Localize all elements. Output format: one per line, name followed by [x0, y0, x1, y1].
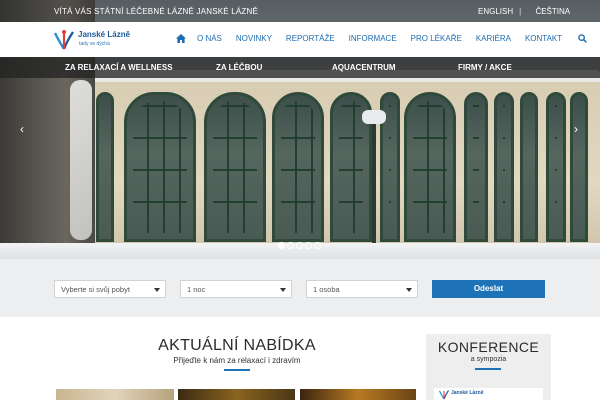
chevron-down-icon — [280, 288, 286, 292]
main-navbar: Janské Lázně tady se dýchá O NÁS NOVINKY… — [0, 22, 600, 57]
lang-czech-link[interactable]: ČEŠTINA — [535, 7, 570, 16]
hero-window — [546, 92, 566, 242]
hero-tree-snow — [70, 80, 92, 240]
site-logo[interactable]: Janské Lázně tady se dýchá — [52, 27, 132, 53]
menu-item-informace[interactable]: INFORMACE — [349, 34, 397, 43]
language-switcher: ENGLISH | ČEŠTINA — [478, 7, 576, 16]
menu-item-kontakt[interactable]: KONTAKT — [525, 34, 562, 43]
logo-tagline: tady se dýchá — [79, 41, 110, 47]
hero-window — [570, 92, 588, 242]
main-menu: O NÁS NOVINKY REPORTÁŽE INFORMACE PRO LÉ… — [176, 34, 588, 43]
slider-next-arrow-icon[interactable]: › — [574, 122, 578, 136]
welcome-text: VÍTÁ VÁS STÁTNÍ LÉČEBNÉ LÁZNĚ JANSKÉ LÁZ… — [54, 7, 259, 16]
offer-thumbnail[interactable] — [56, 389, 174, 400]
hero-window — [494, 92, 514, 242]
slider-dot[interactable] — [305, 242, 312, 249]
slider-dot[interactable] — [296, 242, 303, 249]
hero-window — [272, 92, 324, 242]
lang-separator: | — [519, 7, 522, 16]
conference-subtitle: a sympozia — [470, 356, 507, 363]
logo-mark-icon — [438, 390, 449, 400]
stay-select[interactable]: Vyberte si svůj pobyt — [54, 280, 166, 298]
lang-english-link[interactable]: ENGLISH — [478, 7, 513, 16]
slider-dot[interactable] — [314, 242, 321, 249]
search-icon[interactable] — [578, 34, 588, 43]
category-lecba[interactable]: ZA LÉČBOU — [216, 63, 262, 72]
slider-dot[interactable] — [287, 242, 294, 249]
conference-divider — [475, 368, 501, 370]
booking-form: Vyberte si svůj pobyt 1 noc 1 osoba Odes… — [0, 259, 600, 317]
hero-window — [520, 92, 538, 242]
category-relaxace-wellness[interactable]: ZA RELAXACÍ A WELLNESS — [65, 63, 173, 72]
menu-item-pro-lekare[interactable]: PRO LÉKAŘE — [411, 34, 462, 43]
stay-select-value: Vyberte si svůj pobyt — [61, 285, 130, 294]
nights-select[interactable]: 1 noc — [180, 280, 292, 298]
logo-name: Janské Lázně — [78, 30, 131, 39]
conference-logo-text: Janské Lázně — [451, 390, 484, 396]
slider-prev-arrow-icon[interactable]: ‹ — [20, 122, 24, 136]
hero-window — [124, 92, 196, 242]
hero-lamp-head — [362, 110, 386, 124]
home-icon[interactable] — [176, 34, 186, 43]
slider-pagination — [278, 242, 323, 249]
top-bar: VÍTÁ VÁS STÁTNÍ LÉČEBNÉ LÁZNĚ JANSKÉ LÁZ… — [0, 0, 600, 22]
offer-title: AKTUÁLNÍ NABÍDKA — [158, 337, 316, 354]
conference-box[interactable]: KONFERENCE a sympozia Janské Lázně — [426, 334, 551, 400]
category-aquacentrum[interactable]: AQUACENTRUM — [332, 63, 396, 72]
slider-dot[interactable] — [278, 242, 285, 249]
hero-window — [96, 92, 114, 242]
persons-select[interactable]: 1 osoba — [306, 280, 418, 298]
offer-thumbnail[interactable] — [178, 389, 295, 400]
hero-window — [404, 92, 456, 242]
offer-divider — [224, 369, 250, 371]
submit-button[interactable]: Odeslat — [432, 280, 545, 298]
chevron-down-icon — [406, 288, 412, 292]
hero-lamp-post — [372, 120, 376, 250]
menu-item-kariera[interactable]: KARIÉRA — [476, 34, 511, 43]
chevron-down-icon — [154, 288, 160, 292]
menu-item-reportaze[interactable]: REPORTÁŽE — [286, 34, 335, 43]
menu-item-novinky[interactable]: NOVINKY — [236, 34, 272, 43]
persons-select-value: 1 osoba — [313, 285, 340, 294]
conference-title: KONFERENCE — [437, 339, 540, 355]
nights-select-value: 1 noc — [187, 285, 206, 294]
menu-item-o-nas[interactable]: O NÁS — [197, 34, 222, 43]
offer-subtitle: Přijeďte k nám za relaxací i zdravím — [173, 356, 301, 365]
hero-window — [464, 92, 488, 242]
conference-banner: Janské Lázně — [434, 388, 543, 400]
category-firmy-akce[interactable]: FIRMY / AKCE — [458, 63, 512, 72]
hero-window — [204, 92, 266, 242]
category-bar: ZA RELAXACÍ A WELLNESS ZA LÉČBOU AQUACEN… — [0, 57, 600, 78]
logo-mark-icon — [53, 30, 74, 50]
offer-thumbnail[interactable] — [300, 389, 416, 400]
